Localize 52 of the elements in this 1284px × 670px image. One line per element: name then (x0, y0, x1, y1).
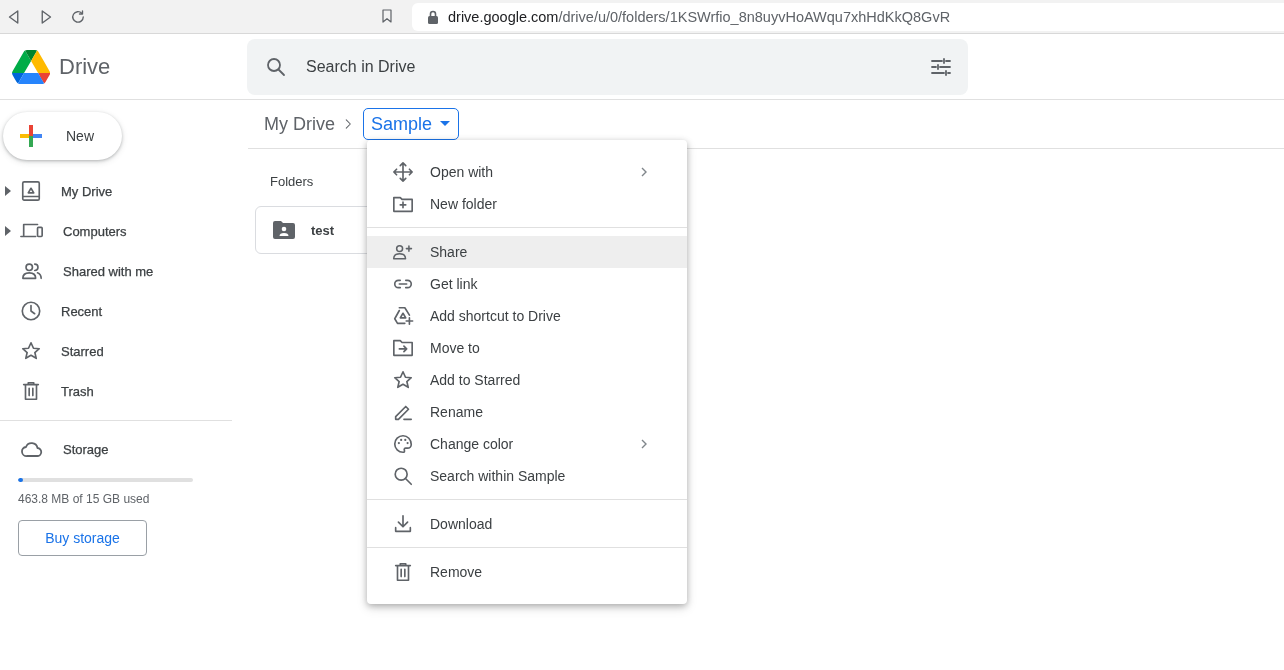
sidebar-item[interactable]: Computers (0, 211, 232, 251)
buy-storage-button[interactable]: Buy storage (18, 520, 147, 556)
address-bar[interactable]: drive.google.com/drive/u/0/folders/1KSWrfio_8n8uyvHoAWqu7xhHdKkQ8GvR (412, 2, 1284, 31)
shared-folder-icon (273, 220, 295, 240)
move-folder-icon (392, 337, 414, 359)
menu-item[interactable]: Add shortcut to Drive (367, 300, 687, 332)
palette-icon (392, 433, 414, 455)
sidebar-item[interactable]: Shared with me (0, 251, 232, 291)
expand-arrow-icon (5, 226, 11, 236)
sidebar-item[interactable]: My Drive (0, 171, 232, 211)
menu-item[interactable]: Move to (367, 332, 687, 364)
menu-item[interactable]: Change color (367, 428, 687, 460)
sidebar-item[interactable]: Recent (0, 291, 232, 331)
clock-icon (20, 300, 42, 322)
search-bar[interactable]: Search in Drive (247, 38, 968, 95)
storage-label: Storage (63, 441, 109, 457)
new-button[interactable]: New (3, 112, 122, 160)
star-icon (392, 369, 414, 391)
trash-icon (20, 380, 42, 402)
chevron-right-icon (639, 166, 649, 178)
sidebar-item[interactable]: Trash (0, 371, 232, 411)
drive-icon (20, 180, 42, 202)
reload-button[interactable] (69, 7, 87, 26)
menu-item[interactable]: Search within Sample (367, 460, 687, 492)
star-icon (20, 340, 42, 362)
move-arrows-icon (392, 161, 414, 183)
menu-item[interactable]: Add to Starred (367, 364, 687, 396)
menu-item[interactable]: Open with (367, 156, 687, 188)
sidebar-item[interactable]: Starred (0, 331, 232, 371)
reload-icon (69, 7, 87, 26)
expand-arrow-icon (5, 186, 11, 196)
plus-icon (18, 123, 44, 149)
section-heading: Folders (270, 174, 315, 189)
search-icon (392, 465, 414, 487)
menu-item[interactable]: Share (367, 236, 687, 268)
trash-icon (392, 561, 414, 583)
menu-item[interactable]: Rename (367, 396, 687, 428)
breadcrumb-link[interactable]: My Drive (264, 113, 335, 135)
app-name: Drive (59, 53, 111, 80)
search-field[interactable]: Search in Drive (304, 56, 929, 77)
chevron-right-icon (639, 438, 649, 450)
people-icon (20, 260, 44, 282)
menu-item[interactable]: Remove (367, 556, 687, 588)
menu-item[interactable]: Download (367, 508, 687, 540)
storage-usage-text: 463.8 MB of 15 GB used (18, 492, 151, 506)
add-shortcut-icon (392, 305, 414, 327)
lock-icon (427, 9, 439, 24)
caret-icon (440, 121, 451, 127)
bookmark-icon (379, 7, 395, 24)
drive-logo-icon (12, 49, 50, 84)
menu-item[interactable]: Get link (367, 268, 687, 300)
download-icon (392, 513, 414, 535)
